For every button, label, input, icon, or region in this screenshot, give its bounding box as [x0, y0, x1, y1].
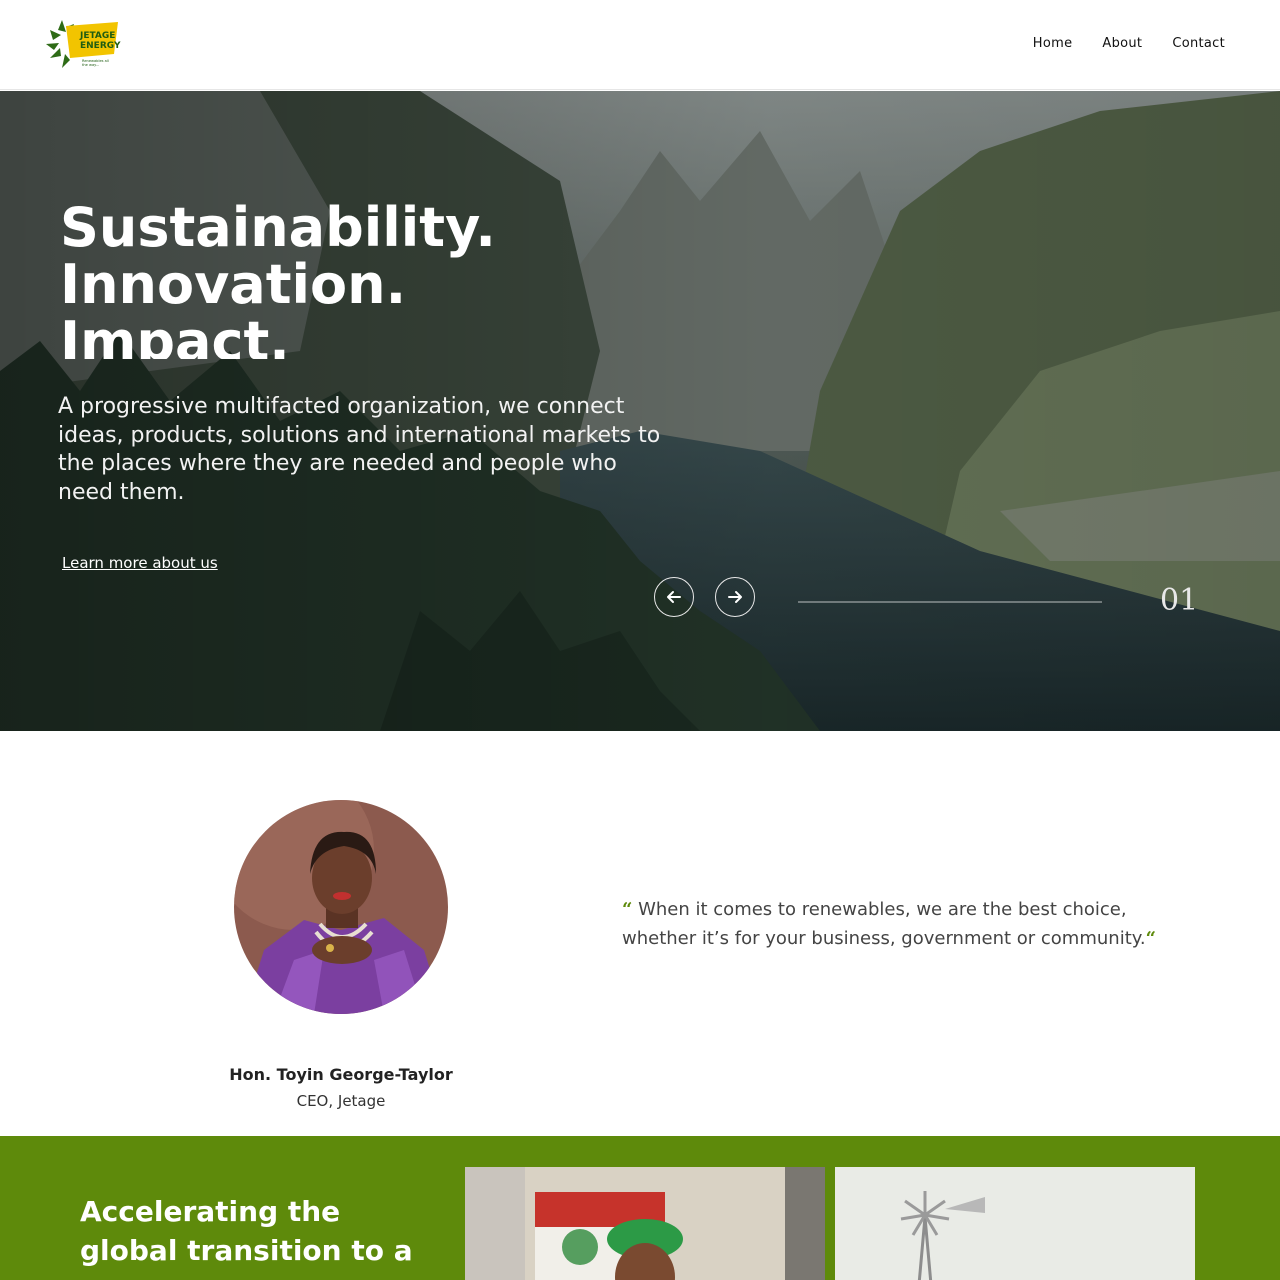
nav-contact[interactable]: Contact: [1172, 36, 1225, 51]
close-quote-mark: “: [1145, 928, 1156, 949]
hero-title-line-2: Innovation.: [60, 253, 407, 316]
slide-number: 01: [1160, 583, 1199, 618]
previous-slide-button[interactable]: [654, 577, 694, 617]
windmill-photo-card[interactable]: [835, 1167, 1195, 1280]
slide-progress-bar: [798, 601, 1102, 603]
svg-text:the way...: the way...: [82, 63, 99, 67]
arrow-left-icon: [667, 591, 681, 603]
site-header: JETAGE ENERGY Renewables all the way... …: [0, 0, 1280, 90]
svg-text:ENERGY: ENERGY: [80, 41, 121, 51]
main-nav: Home About Contact: [1033, 36, 1225, 51]
next-slide-button[interactable]: [715, 577, 755, 617]
nav-home[interactable]: Home: [1033, 36, 1073, 51]
open-quote-mark: “: [622, 899, 633, 920]
ceo-testimonial: Hon. Toyin George-Taylor CEO, Jetage “ W…: [0, 731, 1280, 1136]
hero-subtitle: A progressive multifacted organization, …: [58, 394, 661, 505]
nav-about[interactable]: About: [1102, 36, 1142, 51]
svg-text:JETAGE: JETAGE: [79, 31, 115, 41]
arrow-right-icon: [728, 591, 742, 603]
event-photo-card[interactable]: [465, 1167, 825, 1280]
mission-section: Accelerating the global transition to a …: [0, 1136, 1280, 1280]
learn-more-link[interactable]: Learn more about us: [62, 554, 218, 572]
hero-title-line-1: Sustainability.: [60, 199, 496, 259]
jetage-logo[interactable]: JETAGE ENERGY Renewables all the way...: [44, 14, 122, 70]
testimonial-quote: “ When it comes to renewables, we are th…: [622, 895, 1182, 953]
hero-title: Sustainability. Innovation. Impact.: [60, 199, 700, 359]
hero-slider: Sustainability. Innovation. Impact. A pr…: [0, 91, 1280, 731]
ceo-name: Hon. Toyin George-Taylor: [229, 1065, 453, 1084]
ceo-role: CEO, Jetage: [296, 1092, 386, 1110]
ceo-avatar: [234, 800, 448, 1014]
hero-title-line-3: Impact.: [60, 310, 290, 359]
mission-heading: Accelerating the global transition to a …: [80, 1195, 413, 1280]
quote-text: When it comes to renewables, we are the …: [622, 899, 1146, 949]
